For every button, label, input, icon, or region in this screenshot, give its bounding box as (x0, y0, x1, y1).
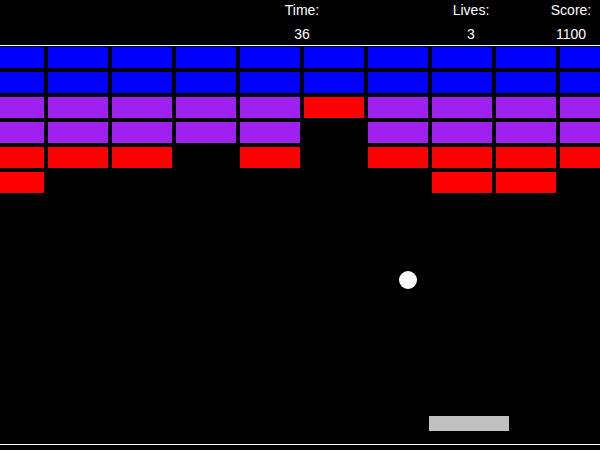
empty-brick-slot (176, 147, 236, 168)
brick (560, 72, 600, 93)
brick (112, 147, 172, 168)
brick (432, 122, 492, 143)
brick (496, 172, 556, 193)
empty-brick-slot (176, 172, 236, 193)
empty-brick-slot (304, 147, 364, 168)
brick (304, 47, 364, 68)
hud-value: 36 (294, 25, 310, 43)
brick (176, 97, 236, 118)
brick (112, 47, 172, 68)
brick (48, 72, 108, 93)
empty-brick-slot (48, 172, 108, 193)
brick (48, 122, 108, 143)
brick (0, 172, 44, 193)
brick (368, 97, 428, 118)
brick (112, 72, 172, 93)
brick (368, 147, 428, 168)
empty-brick-slot (368, 172, 428, 193)
hud: Time: 36 Lives: 3 Score: 1100 (0, 0, 600, 46)
brick (240, 47, 300, 68)
brick (368, 122, 428, 143)
hud-item: Score: 1100 (543, 0, 599, 45)
hud-label: Lives: (453, 1, 490, 19)
brick (0, 47, 44, 68)
game-field: Time: 36 Lives: 3 Score: 1100 (0, 0, 600, 450)
brick (48, 147, 108, 168)
brick (560, 122, 600, 143)
brick (368, 47, 428, 68)
brick (432, 147, 492, 168)
brick (496, 97, 556, 118)
empty-brick-slot (240, 172, 300, 193)
ball (399, 271, 417, 289)
hud-label: Score: (551, 1, 591, 19)
brick (496, 47, 556, 68)
brick (112, 122, 172, 143)
brick (432, 97, 492, 118)
bottom-line (0, 444, 600, 445)
brick (304, 97, 364, 118)
brick (112, 97, 172, 118)
brick (368, 72, 428, 93)
brick-wall (0, 47, 600, 193)
brick (48, 47, 108, 68)
empty-brick-slot (304, 122, 364, 143)
hud-item: Lives: 3 (441, 0, 501, 45)
empty-brick-slot (304, 172, 364, 193)
hud-value: 3 (467, 25, 475, 43)
brick (432, 172, 492, 193)
empty-brick-slot (112, 172, 172, 193)
brick (560, 147, 600, 168)
brick (432, 72, 492, 93)
brick (496, 147, 556, 168)
brick (176, 47, 236, 68)
brick (560, 47, 600, 68)
brick (48, 97, 108, 118)
brick (240, 72, 300, 93)
brick (432, 47, 492, 68)
empty-brick-slot (560, 172, 600, 193)
brick (496, 122, 556, 143)
brick (560, 97, 600, 118)
brick (176, 72, 236, 93)
brick (240, 97, 300, 118)
hud-label: Time: (285, 1, 319, 19)
hud-value: 1100 (556, 25, 586, 43)
brick (240, 122, 300, 143)
brick (176, 122, 236, 143)
paddle[interactable] (429, 416, 509, 431)
brick (0, 122, 44, 143)
brick (240, 147, 300, 168)
hud-item: Time: 36 (272, 0, 332, 45)
brick (0, 72, 44, 93)
brick (304, 72, 364, 93)
brick (0, 97, 44, 118)
brick (0, 147, 44, 168)
brick (496, 72, 556, 93)
